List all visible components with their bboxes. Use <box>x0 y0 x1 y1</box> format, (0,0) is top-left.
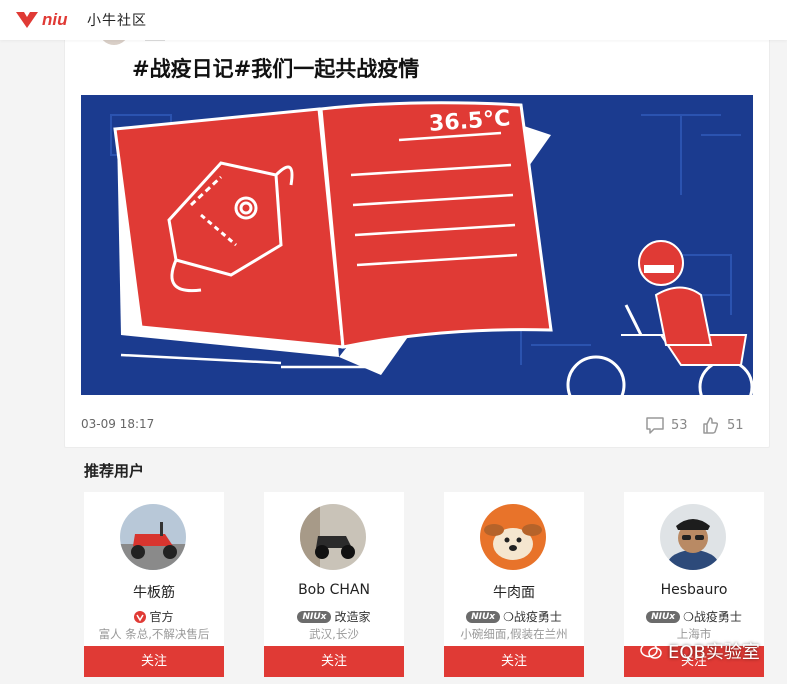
like-stat[interactable]: 51 <box>701 415 744 435</box>
comment-stat[interactable]: 53 <box>645 415 688 435</box>
watermark: EQB实验室 <box>640 638 760 664</box>
community-label[interactable]: 小牛社区 <box>87 10 147 30</box>
user-badge: NIUx ❍战疫勇士 <box>444 608 584 625</box>
avatar[interactable] <box>660 504 726 570</box>
user-badge: NIUx ❍战疫勇士 <box>624 608 764 625</box>
avatar[interactable] <box>120 504 186 570</box>
user-bio: 小碗细面,假装在兰州 <box>460 627 568 641</box>
user-name[interactable]: 牛板筋 <box>84 582 224 602</box>
avatar[interactable] <box>300 504 366 570</box>
user-bio: 富人 条总,不解决售后 <box>98 627 210 641</box>
badge-label: ❍战疫勇士 <box>503 610 562 624</box>
user-badge: 官方 <box>84 608 224 625</box>
user-card[interactable]: Bob CHAN NIUx 改造家 武汉,长沙 关注 <box>264 492 404 677</box>
badge-label: 官方 <box>149 610 174 624</box>
top-bar: niu 小牛社区 <box>0 0 787 40</box>
wechat-icon <box>640 642 662 659</box>
niux-tag: NIUx <box>646 610 681 623</box>
niux-tag: NIUx <box>297 610 332 623</box>
user-bio: 武汉,长沙 <box>309 627 359 641</box>
user-name[interactable]: 牛肉面 <box>444 582 584 602</box>
post-title[interactable]: #战疫日记#我们一起共战疫情 <box>132 53 419 83</box>
user-name[interactable]: Hesbauro <box>624 582 764 598</box>
badge-label: 改造家 <box>334 610 371 624</box>
comment-icon <box>646 417 664 434</box>
watermark-text: EQB实验室 <box>668 642 760 663</box>
official-badge-icon <box>134 610 147 623</box>
post-card[interactable]: #战疫日记#我们一起共战疫情 36.5°C 03-09 18:17 53 51 <box>64 29 770 448</box>
post-time: 03-09 18:17 <box>81 417 155 431</box>
user-name[interactable]: Bob CHAN <box>264 582 404 598</box>
niu-logo[interactable]: niu <box>14 8 76 30</box>
recommend-users-title: 推荐用户 <box>84 462 145 480</box>
badge-label: ❍战疫勇士 <box>683 610 742 624</box>
like-count: 51 <box>727 417 744 433</box>
user-card[interactable]: 牛板筋 官方 富人 条总,不解决售后 关注 <box>84 492 224 677</box>
post-banner-image[interactable]: 36.5°C <box>81 95 753 395</box>
follow-button[interactable]: 关注 <box>84 646 224 677</box>
avatar[interactable] <box>480 504 546 570</box>
follow-button[interactable]: 关注 <box>444 646 584 677</box>
user-card[interactable]: 牛肉面 NIUx ❍战疫勇士 小碗细面,假装在兰州 关注 <box>444 492 584 677</box>
follow-button[interactable]: 关注 <box>264 646 404 677</box>
user-badge: NIUx 改造家 <box>264 608 404 625</box>
niux-tag: NIUx <box>466 610 501 623</box>
comment-count: 53 <box>671 417 688 433</box>
like-icon <box>703 417 719 434</box>
brand-text: niu <box>42 10 68 29</box>
